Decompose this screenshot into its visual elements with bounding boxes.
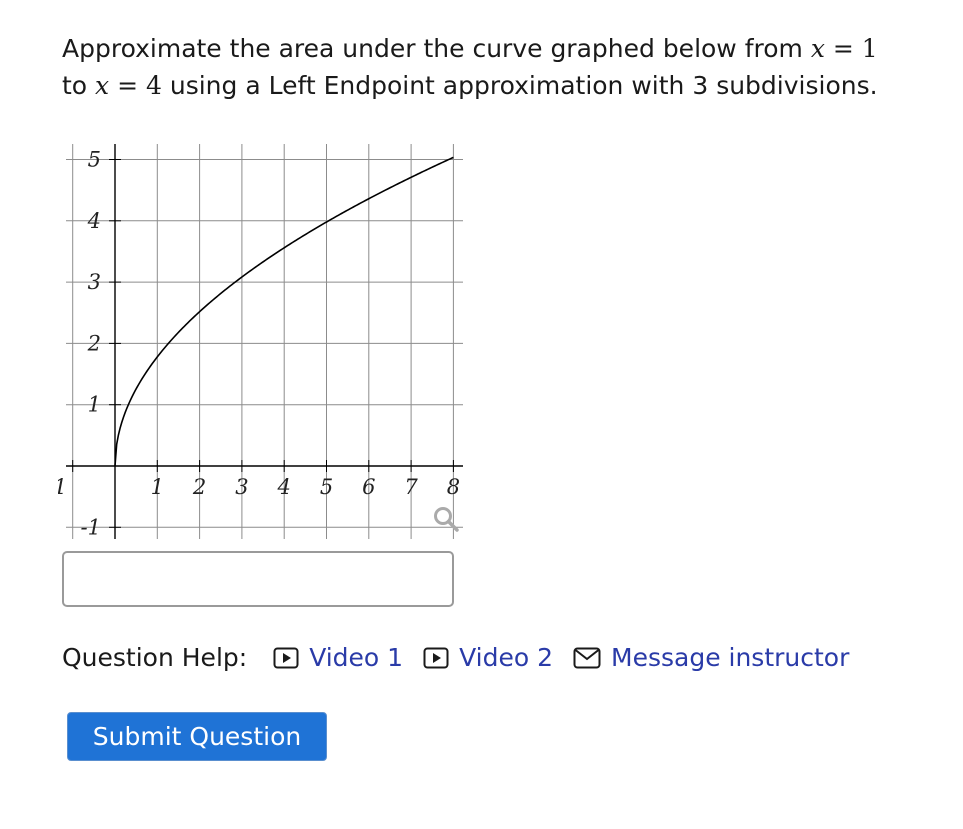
x-tick-label: -1 <box>58 475 67 499</box>
video-1-label: Video 1 <box>309 643 404 672</box>
y-tick-label: 3 <box>88 270 101 294</box>
video-2-link[interactable]: Video 2 <box>423 641 553 675</box>
x-tick-label: 3 <box>235 475 248 499</box>
play-video-icon <box>423 647 449 669</box>
question-text-part2: to <box>62 71 96 100</box>
envelope-icon <box>573 647 601 669</box>
submit-question-button[interactable]: Submit Question <box>67 712 327 761</box>
message-instructor-label: Message instructor <box>611 643 850 672</box>
video-2-label: Video 2 <box>459 643 553 672</box>
message-instructor-link[interactable]: Message instructor <box>573 641 849 675</box>
x-tick-label: 8 <box>447 475 460 499</box>
y-tick-label: 4 <box>87 209 101 233</box>
question-text: Approximate the area under the curve gra… <box>62 30 942 104</box>
y-tick-label: 1 <box>88 393 101 417</box>
function-graph: -1 1 2 3 4 5 6 7 8 5 4 3 2 1 -1 <box>58 144 463 539</box>
question-help: Question Help: Video 1 Video 2 Message i… <box>62 641 869 675</box>
x-tick-label: 1 <box>151 475 164 499</box>
y-tick-label: 2 <box>87 331 101 355</box>
y-tick-label: 5 <box>88 148 101 172</box>
x-tick-label: 4 <box>277 475 291 499</box>
math-x-1: x = 1 <box>810 34 878 63</box>
x-tick-label: 2 <box>192 475 206 499</box>
question-text-part1: Approximate the area under the curve gra… <box>62 34 811 63</box>
x-tick-label: 6 <box>362 475 375 499</box>
x-tick-label: 7 <box>404 475 418 499</box>
answer-input[interactable] <box>62 551 454 607</box>
y-tick-label: -1 <box>81 515 101 539</box>
question-text-part3: using a Left Endpoint approximation with… <box>161 71 878 100</box>
math-x-4: x = 4 <box>95 71 162 100</box>
x-tick-label: 5 <box>320 475 333 499</box>
play-video-icon <box>273 647 299 669</box>
video-1-link[interactable]: Video 1 <box>273 641 403 675</box>
question-help-label: Question Help: <box>62 643 248 672</box>
